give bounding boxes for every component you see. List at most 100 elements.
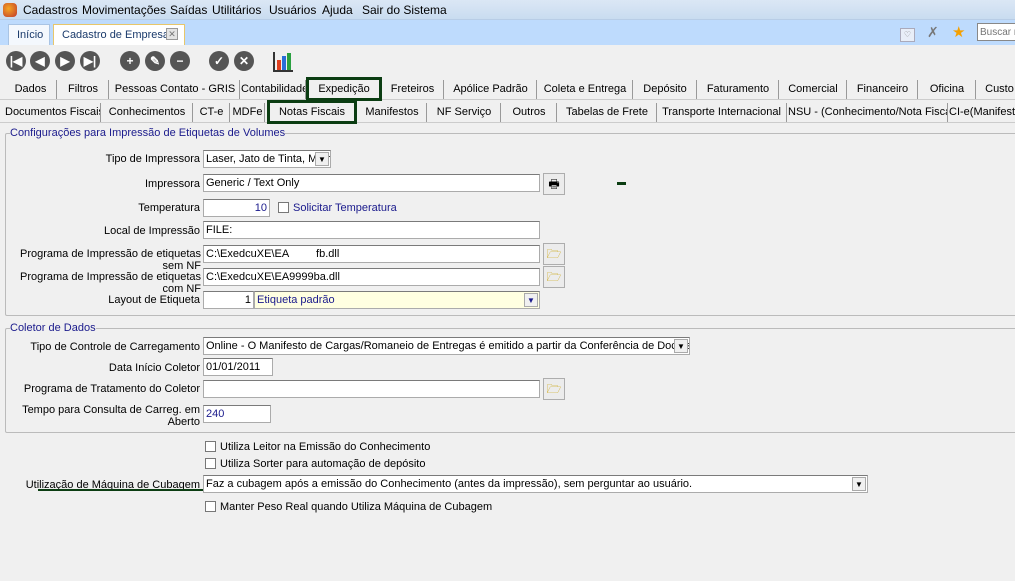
tab-transporte-internacional[interactable]: Transporte Internacional	[657, 103, 787, 122]
last-icon[interactable]: ▶|	[80, 51, 100, 71]
tipo-controle-select[interactable]: Online - O Manifesto de Cargas/Romaneio …	[203, 337, 690, 355]
add-icon[interactable]: +	[120, 51, 140, 71]
leitor-label[interactable]: Utiliza Leitor na Emissão do Conheciment…	[220, 441, 430, 453]
tab-documentos-fiscais[interactable]: Documentos Fiscais	[5, 103, 101, 122]
cancel-icon[interactable]: ✕	[234, 51, 254, 71]
menu-sair[interactable]: Sair do Sistema	[362, 3, 447, 17]
star-icon[interactable]: ★	[952, 23, 965, 41]
menu-cadastros[interactable]: Cadastros	[23, 3, 78, 17]
temperatura-label: Temperatura	[138, 202, 200, 214]
menu-utilitarios[interactable]: Utilitários	[212, 3, 261, 17]
tab-notas-fiscais[interactable]: Notas Fiscais	[267, 100, 357, 124]
app-logo-icon	[3, 3, 17, 17]
tab-tabelas-frete[interactable]: Tabelas de Frete	[558, 103, 657, 122]
document-tab-bar: Início Cadastro de Empresas ✕ ♡ ✗ ★	[0, 20, 1015, 45]
tab-nsu[interactable]: NSU - (Conhecimento/Nota Fiscal)	[788, 103, 948, 122]
tab-filtros[interactable]: Filtros	[58, 80, 109, 99]
tab-nf-servico[interactable]: NF Serviço	[428, 103, 501, 122]
cubagem-highlight-underline	[38, 489, 214, 491]
tab-apolice-padrao[interactable]: Apólice Padrão	[445, 80, 537, 99]
layout-etiqueta-select[interactable]: Etiqueta padrão ▼	[254, 291, 540, 309]
chevron-down-icon[interactable]: ▼	[852, 477, 866, 491]
tab-expedicao[interactable]: Expedição	[306, 77, 382, 101]
solicitar-temperatura-label[interactable]: Solicitar Temperatura	[293, 202, 397, 214]
tab-oficina[interactable]: Oficina	[919, 80, 976, 99]
sorter-label[interactable]: Utiliza Sorter para automação de depósit…	[220, 458, 425, 470]
next-icon[interactable]: ▶	[55, 51, 75, 71]
menu-usuarios[interactable]: Usuários	[269, 3, 316, 17]
programa-coletor-input[interactable]	[203, 380, 540, 398]
doc-tab-label: Cadastro de Empresas	[62, 29, 175, 41]
menu-bar: Cadastros Movimentações Saídas Utilitári…	[0, 0, 1015, 20]
search-input[interactable]	[977, 23, 1015, 41]
doc-tab-inicio[interactable]: Início	[8, 24, 50, 45]
peso-real-label[interactable]: Manter Peso Real quando Utiliza Máquina …	[220, 501, 492, 513]
tab-cte[interactable]: CT-e	[194, 103, 230, 122]
menu-ajuda[interactable]: Ajuda	[322, 3, 353, 17]
layout-etiqueta-number[interactable]: 1	[203, 291, 254, 309]
tab-financeiro[interactable]: Financeiro	[848, 80, 918, 99]
layout-etiqueta-label: Layout de Etiqueta	[108, 294, 200, 306]
tab-freteiros[interactable]: Freteiros	[382, 80, 444, 99]
sem-nf-label: Programa de Impressão de etiquetas sem N…	[20, 248, 201, 272]
etiquetas-legend: Configurações para Impressão de Etiqueta…	[10, 127, 286, 139]
data-inicio-label: Data Início Coletor	[108, 362, 200, 374]
sub-tab-row: Documentos Fiscais Conhecimentos CT-e MD…	[0, 100, 1015, 124]
tab-custo[interactable]: Custo	[977, 80, 1015, 99]
impressora-label: Impressora	[144, 178, 200, 190]
unpin-icon[interactable]: ✗	[927, 24, 939, 41]
programa-coletor-label: Programa de Tratamento do Coletor	[23, 383, 200, 395]
tab-contabilidade[interactable]: Contabilidade	[241, 80, 306, 99]
leitor-checkbox[interactable]	[205, 441, 216, 452]
tab-conhecimentos[interactable]: Conhecimentos	[102, 103, 193, 122]
chevron-down-icon[interactable]: ▼	[315, 152, 329, 166]
folder-open-icon[interactable]: 🗁	[543, 243, 565, 265]
remove-icon[interactable]: −	[170, 51, 190, 71]
highlight-mark	[617, 182, 626, 185]
solicitar-temperatura-checkbox[interactable]	[278, 202, 289, 213]
tab-outros[interactable]: Outros	[502, 103, 557, 122]
sem-nf-input[interactable]: C:\ExedcuXE\EA fb.dll	[203, 245, 540, 263]
temperatura-input[interactable]: 10	[203, 199, 270, 217]
tipo-impressora-select[interactable]: Laser, Jato de Tinta, Matr ▼	[203, 150, 331, 168]
edit-icon[interactable]: ✎	[145, 51, 165, 71]
coletor-legend: Coletor de Dados	[10, 322, 96, 334]
confirm-icon[interactable]: ✓	[209, 51, 229, 71]
tempo-consulta-input[interactable]: 240	[203, 405, 271, 423]
tab-faturamento[interactable]: Faturamento	[698, 80, 779, 99]
tab-mdfe[interactable]: MDFe	[231, 103, 265, 122]
tab-deposito[interactable]: Depósito	[634, 80, 697, 99]
tempo-consulta-label: Tempo para Consulta de Carreg. em Aberto	[22, 404, 200, 428]
sorter-checkbox[interactable]	[205, 458, 216, 469]
tab-pessoas-contato[interactable]: Pessoas Contato - GRIS	[111, 80, 240, 99]
chevron-down-icon[interactable]: ▼	[674, 339, 688, 353]
peso-real-checkbox[interactable]	[205, 501, 216, 512]
tab-coleta-entrega[interactable]: Coleta e Entrega	[538, 80, 633, 99]
impressora-input[interactable]: Generic / Text Only	[203, 174, 540, 192]
cubagem-value: Faz a cubagem após a emissão do Conhecim…	[206, 478, 693, 490]
close-tab-icon[interactable]: ✕	[166, 28, 178, 40]
tab-cie[interactable]: CI-e(Manifesto	[949, 103, 1015, 122]
tab-comercial[interactable]: Comercial	[780, 80, 847, 99]
menu-movimentacoes[interactable]: Movimentações	[82, 3, 166, 17]
local-impressao-label: Local de Impressão	[104, 225, 200, 237]
doc-tab-cadastro-empresas[interactable]: Cadastro de Empresas ✕	[53, 24, 185, 45]
first-icon[interactable]: |◀	[6, 51, 26, 71]
main-tab-row: Dados Filtros Pessoas Contato - GRIS Con…	[0, 77, 1015, 101]
layout-etiqueta-value: Etiqueta padrão	[257, 294, 335, 306]
chevron-down-icon[interactable]: ▼	[524, 293, 538, 307]
chart-icon[interactable]	[273, 52, 293, 72]
tab-manifestos[interactable]: Manifestos	[358, 103, 427, 122]
folder-open-icon[interactable]: 🗁	[543, 378, 565, 400]
com-nf-input[interactable]: C:\ExedcuXE\EA9999ba.dll	[203, 268, 540, 286]
printer-icon[interactable]: 🖶	[543, 173, 565, 195]
local-impressao-input[interactable]: FILE:	[203, 221, 540, 239]
dropdown-heart-icon[interactable]: ♡	[900, 28, 915, 42]
cubagem-select[interactable]: Faz a cubagem após a emissão do Conhecim…	[203, 475, 868, 493]
prev-icon[interactable]: ◀	[30, 51, 50, 71]
data-inicio-input[interactable]: 01/01/2011	[203, 358, 273, 376]
menu-saidas[interactable]: Saídas	[170, 3, 207, 17]
tipo-impressora-value: Laser, Jato de Tinta, Matr	[206, 153, 331, 165]
tab-dados[interactable]: Dados	[5, 80, 57, 99]
folder-open-icon[interactable]: 🗁	[543, 266, 565, 288]
